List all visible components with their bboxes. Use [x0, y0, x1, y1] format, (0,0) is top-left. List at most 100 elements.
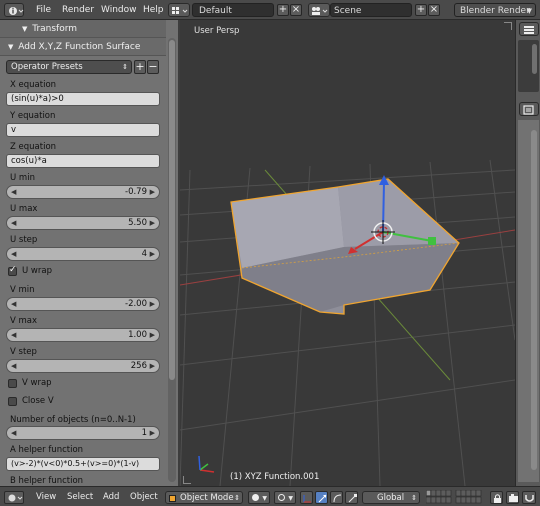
render-engine-dropdown[interactable]: Blender Render ▼: [454, 3, 536, 17]
3d-viewport[interactable]: User Persp (1) XYZ Function.001: [180, 20, 515, 486]
menu-render[interactable]: Render: [62, 3, 94, 17]
screen-layout-icon-button[interactable]: [168, 3, 190, 17]
outliner-icon: [524, 26, 534, 34]
transform-orientation-dropdown[interactable]: Global ⇕: [362, 491, 420, 504]
u-wrap-checkbox[interactable]: [8, 265, 17, 276]
increment-arrow-icon[interactable]: ▶: [150, 248, 155, 260]
transform-panel-header[interactable]: ▼ Transform: [0, 20, 166, 38]
v-min-field[interactable]: ◀ -2.00 ▶: [6, 297, 160, 311]
rotate-manipulator-button[interactable]: [330, 491, 343, 504]
decrement-arrow-icon[interactable]: ◀: [11, 329, 16, 341]
decrement-arrow-icon[interactable]: ◀: [11, 427, 16, 439]
u-max-value: 5.50: [128, 218, 147, 228]
outliner-editor-button[interactable]: [519, 22, 539, 36]
viewport-shading-button[interactable]: ▼: [248, 491, 270, 504]
editor-type-button[interactable]: [4, 491, 24, 504]
a-helper-label: A helper function: [10, 445, 84, 455]
scale-manipulator-button[interactable]: [345, 491, 358, 504]
u-min-field[interactable]: ◀ -0.79 ▶: [6, 185, 160, 199]
decrement-arrow-icon[interactable]: ◀: [11, 360, 16, 372]
manipulator-toggle-button[interactable]: [300, 491, 313, 504]
menu-window[interactable]: Window: [101, 3, 137, 17]
increment-arrow-icon[interactable]: ▶: [150, 329, 155, 341]
decrement-arrow-icon[interactable]: ◀: [11, 248, 16, 260]
add-screen-button[interactable]: +: [277, 4, 289, 16]
snap-button[interactable]: [522, 491, 536, 504]
tool-shelf-panel: ▼ Transform ▼ Add X,Y,Z Function Surface…: [0, 20, 178, 486]
menu-view[interactable]: View: [36, 491, 56, 504]
add-scene-button[interactable]: +: [415, 4, 427, 16]
number-of-objects-field[interactable]: ◀ 1 ▶: [6, 426, 160, 440]
z-equation-input[interactable]: cos(u)*a: [6, 154, 160, 168]
u-step-label: U step: [10, 235, 38, 245]
delete-scene-button[interactable]: ×: [428, 4, 440, 16]
u-min-value: -0.79: [125, 187, 147, 197]
y-equation-input[interactable]: v: [6, 123, 160, 137]
orientation-axes: [198, 455, 215, 473]
v-min-value: -2.00: [125, 299, 147, 309]
v-wrap-label: V wrap: [22, 378, 52, 388]
chevron-down-icon: ▼: [526, 7, 532, 15]
layers-grid[interactable]: [425, 489, 486, 504]
v-step-value: 256: [130, 361, 147, 371]
v-max-value: 1.00: [128, 330, 147, 340]
arrow-icon: [318, 494, 327, 503]
updown-arrows-icon: ⇕: [122, 63, 128, 71]
menu-object[interactable]: Object: [130, 491, 158, 504]
increment-arrow-icon[interactable]: ▶: [150, 298, 155, 310]
operator-header-label: Add X,Y,Z Function Surface: [18, 42, 141, 52]
render-preview-button[interactable]: [506, 491, 519, 504]
menu-add[interactable]: Add: [103, 491, 119, 504]
add-preset-button[interactable]: +: [134, 60, 146, 74]
info-editor-type-button[interactable]: [4, 3, 24, 17]
properties-icon: [523, 105, 534, 115]
close-v-checkbox[interactable]: [8, 397, 17, 406]
increment-arrow-icon[interactable]: ▶: [150, 217, 155, 229]
b-helper-label: B helper function: [10, 476, 84, 486]
operator-presets-label: Operator Presets: [11, 62, 83, 72]
menu-file[interactable]: File: [36, 3, 51, 17]
u-step-field[interactable]: ◀ 4 ▶: [6, 247, 160, 261]
translate-manipulator-button[interactable]: [315, 491, 328, 504]
v-wrap-checkbox[interactable]: [8, 379, 17, 388]
scene-icon-button[interactable]: [308, 3, 330, 17]
screen-layout-field[interactable]: Default: [192, 3, 274, 17]
u-max-label: U max: [10, 204, 38, 214]
operator-presets-dropdown[interactable]: Operator Presets ⇕: [6, 60, 132, 74]
scene-field[interactable]: Scene: [330, 3, 412, 17]
increment-arrow-icon[interactable]: ▶: [150, 427, 155, 439]
pivot-point-icon: [278, 494, 285, 501]
v-step-field[interactable]: ◀ 256 ▶: [6, 359, 160, 373]
disclosure-triangle-icon: ▼: [22, 25, 28, 33]
v-max-field[interactable]: ◀ 1.00 ▶: [6, 328, 160, 342]
viewport-corner-handle[interactable]: [183, 476, 191, 484]
scrollbar-thumb[interactable]: [169, 40, 175, 380]
properties-editor-button[interactable]: [519, 102, 539, 116]
outliner-scrollbar[interactable]: [532, 44, 537, 74]
a-helper-input[interactable]: (v>-2)*(v<0)*0.5+(v>=0)*(1-v): [6, 457, 160, 471]
pivot-point-button[interactable]: ▼: [274, 491, 296, 504]
tool-shelf-scrollbar[interactable]: [168, 38, 176, 482]
increment-arrow-icon[interactable]: ▶: [150, 360, 155, 372]
remove-preset-button[interactable]: −: [147, 60, 159, 74]
decrement-arrow-icon[interactable]: ◀: [11, 217, 16, 229]
view-name-label: User Persp: [194, 26, 240, 36]
viewport-corner-handle[interactable]: [504, 22, 512, 30]
decrement-arrow-icon[interactable]: ◀: [11, 298, 16, 310]
increment-arrow-icon[interactable]: ▶: [150, 186, 155, 198]
x-equation-input[interactable]: (sin(u)*a)>0: [6, 92, 160, 106]
lock-layers-button[interactable]: [490, 491, 503, 504]
scale-icon: [348, 494, 357, 503]
menu-help[interactable]: Help: [143, 3, 164, 17]
delete-screen-button[interactable]: ×: [290, 4, 302, 16]
menu-select[interactable]: Select: [67, 491, 93, 504]
chevron-down-icon: ▼: [262, 495, 267, 502]
decrement-arrow-icon[interactable]: ◀: [11, 186, 16, 198]
properties-scrollbar[interactable]: [531, 130, 537, 470]
operator-panel-header[interactable]: ▼ Add X,Y,Z Function Surface: [0, 38, 166, 56]
active-object-label: (1) XYZ Function.001: [230, 472, 320, 482]
u-min-label: U min: [10, 173, 35, 183]
disclosure-triangle-icon: ▼: [8, 43, 14, 51]
interaction-mode-dropdown[interactable]: Object Mode ⇕: [165, 491, 243, 504]
u-max-field[interactable]: ◀ 5.50 ▶: [6, 216, 160, 230]
